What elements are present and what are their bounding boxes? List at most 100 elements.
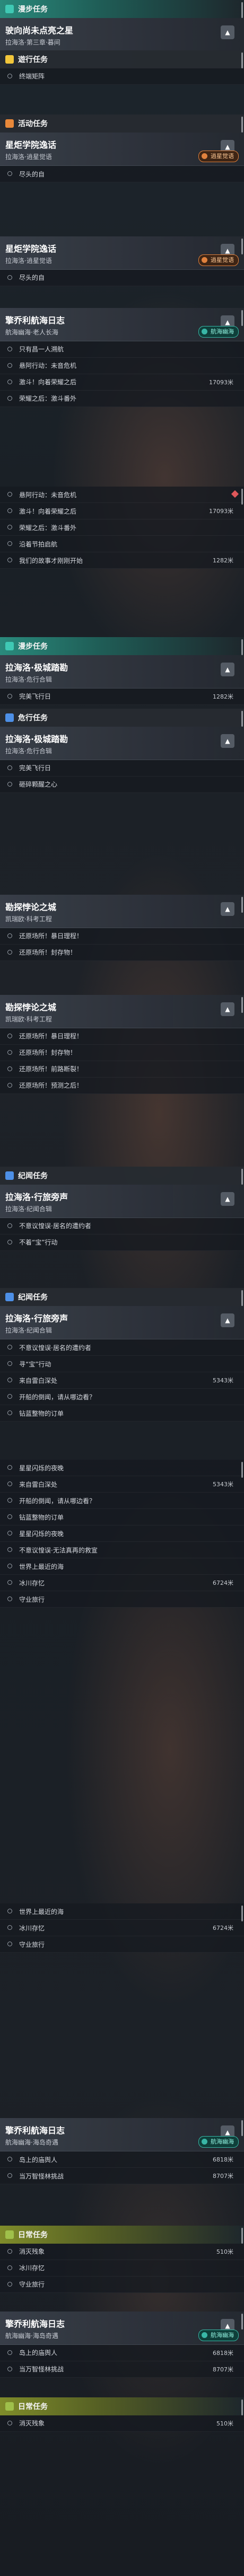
quest-step[interactable]: 激斗！向着荣耀之后 17093米 <box>0 503 244 519</box>
quest-step[interactable]: 世界上最近的海 <box>0 1558 244 1575</box>
quest-step[interactable]: 激斗！向着荣耀之后 17093米 <box>0 374 244 391</box>
quest-step[interactable]: 不意议惶误·居名的遭约者 <box>0 1339 244 1356</box>
scrollbar[interactable] <box>241 2399 243 2415</box>
quest-step[interactable]: 冰川存忆 <box>0 2260 244 2277</box>
quest-step[interactable]: 终端矩阵 <box>0 68 244 85</box>
quest-step[interactable]: 开船的倒闻，请从哪边看？ <box>0 1493 244 1509</box>
quest-step[interactable]: 还原场所！暴日理程！ <box>0 1028 244 1045</box>
scrollbar[interactable] <box>241 52 243 68</box>
step-label: 守业旅行 <box>19 1940 45 1948</box>
quest-header[interactable]: 擎乔利航海日志 航海幽海·海岛奇遇 ▲ 航海幽海 <box>0 2311 244 2345</box>
quest-header[interactable]: 勘探悖论之城 凯瑞欧·科考工程 ▲ <box>0 994 244 1028</box>
quest-step[interactable]: 守业旅行 <box>0 2277 244 2293</box>
category-header[interactable]: 漫步任务 <box>0 637 244 655</box>
category-header[interactable]: 日常任务 <box>0 2397 244 2415</box>
quest-step[interactable]: 当万智怪林挑战 8707米 <box>0 2168 244 2184</box>
quest-step[interactable]: 当万智怪林挑战 8707米 <box>0 2361 244 2378</box>
quest-step[interactable]: 还原场所！封存物！ <box>0 945 244 961</box>
quest-step[interactable]: 不意议惶误·无法真再的救宣 <box>0 1542 244 1558</box>
quest-step[interactable]: 悬阿行动：未音危机 <box>0 487 244 503</box>
quest-step[interactable]: 只有昌一人溯航 <box>0 341 244 358</box>
quest-step[interactable]: 完美飞行日 1282米 <box>0 689 244 705</box>
collapse-chevron-icon[interactable]: ▲ <box>221 662 234 676</box>
quest-step[interactable]: 寻“宝”行动 <box>0 1356 244 1372</box>
quest-step[interactable]: 砸碎颗醒之心 <box>0 777 244 793</box>
quest-header[interactable]: 驶向尚未点亮之星 拉海洛·第三章·暮间 ▲ <box>0 18 244 51</box>
collapse-chevron-icon[interactable]: ▲ <box>221 25 234 39</box>
quest-step[interactable]: 还原场所！前路断裂！ <box>0 1061 244 1078</box>
scrollbar[interactable] <box>241 1168 243 1185</box>
quest-step[interactable]: 不着“宝”行动 <box>0 1234 244 1251</box>
scrollbar[interactable] <box>241 117 243 133</box>
quest-step[interactable]: 荣耀之后：激斗番外 <box>0 391 244 407</box>
quest-header[interactable]: 擎乔利航海日志 航海幽海·老人长海 ▲ 航海幽海 <box>0 307 244 341</box>
quest-header[interactable]: 拉海洛·行旅旁声 拉海洛·纪闻合辑 ▲ <box>0 1184 244 1218</box>
step-label: 冰川存忆 <box>19 2264 45 2272</box>
quest-step[interactable]: 还原场所！暴日理程！ <box>0 928 244 945</box>
quest-step[interactable]: 岛上的庙舆人 6818米 <box>0 2345 244 2361</box>
quest-step[interactable]: 钻蓝整物的订单 <box>0 1405 244 1422</box>
quest-step[interactable]: 尽头的自 <box>0 270 244 286</box>
quest-step[interactable]: 守业旅行 <box>0 1936 244 1953</box>
collapse-chevron-icon[interactable]: ▲ <box>221 1002 234 1016</box>
quest-step[interactable]: 完美飞行日 <box>0 760 244 777</box>
quest-step[interactable]: 冰川存忆 6724米 <box>0 1575 244 1591</box>
step-label: 不着“宝”行动 <box>19 1239 58 1246</box>
quest-step[interactable]: 岛上的庙舆人 6818米 <box>0 2151 244 2168</box>
quest-step[interactable]: 悬阿行动：未音危机 <box>0 358 244 374</box>
quest-step[interactable]: 来自雷白深处 5343米 <box>0 1372 244 1389</box>
scrollbar[interactable] <box>241 896 243 913</box>
scrollbar[interactable] <box>241 489 243 505</box>
collapse-chevron-icon[interactable]: ▲ <box>221 734 234 748</box>
quest-header[interactable]: 拉海洛·极城踏勘 拉海洛·危行合辑 ▲ <box>0 726 244 760</box>
quest-step[interactable]: 沿着节拍启航 <box>0 536 244 552</box>
scrollbar[interactable] <box>241 1462 243 1478</box>
quest-header[interactable]: 星炬学院逸话 拉海洛·逍星觉语 ▲ 逍星觉语 <box>0 236 244 270</box>
step-distance: 6818米 <box>213 2349 233 2357</box>
scrollbar[interactable] <box>241 639 243 655</box>
collapse-chevron-icon[interactable]: ▲ <box>221 1192 234 1206</box>
quest-step[interactable]: 荣耀之后：激斗番外 <box>0 519 244 536</box>
category-header[interactable]: 遊行任务 <box>0 50 244 68</box>
category-header[interactable]: 日常任务 <box>0 2225 244 2244</box>
category-header[interactable]: 漫步任务 <box>0 0 244 18</box>
scrollbar[interactable] <box>241 238 243 254</box>
quest-step[interactable]: 开船的倒闻，请从哪边看？ <box>0 1389 244 1405</box>
scrollbar[interactable] <box>241 1905 243 1921</box>
quest-step[interactable]: 还原场所！预测之后！ <box>0 1078 244 1094</box>
quest-step[interactable]: 来自雷白深处 5343米 <box>0 1476 244 1493</box>
quest-header[interactable]: 勘探悖论之城 凯瑞欧·科考工程 ▲ <box>0 894 244 928</box>
quest-header[interactable]: 星炬学院逸话 拉海洛·逍星觉语 ▲ 逍星觉语 <box>0 133 244 166</box>
category-header[interactable]: 危行任务 <box>0 708 244 727</box>
quest-step[interactable]: 消灭残象 510米 <box>0 2415 244 2432</box>
scrollbar[interactable] <box>241 710 243 727</box>
quest-step[interactable]: 守业旅行 <box>0 1591 244 1608</box>
collapse-chevron-icon[interactable]: ▲ <box>221 902 234 916</box>
category-header[interactable]: 纪闻任务 <box>0 1288 244 1306</box>
scrollbar[interactable] <box>241 996 243 1013</box>
collapse-chevron-icon[interactable]: ▲ <box>221 1313 234 1327</box>
quest-step[interactable]: 我们的故事才刚刚开始 1282米 <box>0 552 244 569</box>
quest-step[interactable]: 钻蓝整物的订单 <box>0 1509 244 1525</box>
quest-title: 拉海洛·极城踏勘 <box>5 662 68 673</box>
scrollbar[interactable] <box>241 310 243 326</box>
quest-step[interactable]: 星星闪烁的夜晚 <box>0 1460 244 1476</box>
quest-panel: 星炬学院逸话 拉海洛·逍星觉语 ▲ 逍星觉语 尽头的自 <box>0 236 244 286</box>
category-header[interactable]: 活动任务 <box>0 114 244 133</box>
quest-step[interactable]: 星星闪烁的夜晚 <box>0 1525 244 1542</box>
quest-header[interactable]: 擎乔利航海日志 航海幽海·海岛奇遇 ▲ 航海幽海 <box>0 2118 244 2151</box>
quest-step[interactable]: 消灭残象 510米 <box>0 2244 244 2260</box>
scrollbar[interactable] <box>241 2120 243 2136</box>
quest-step[interactable]: 世界上最近的海 <box>0 1903 244 1920</box>
quest-header[interactable]: 拉海洛·极城踏勘 拉海洛·危行合辑 ▲ <box>0 655 244 689</box>
quest-step[interactable]: 不意议惶误·居名的遭约者 <box>0 1218 244 1234</box>
scrollbar[interactable] <box>241 2227 243 2244</box>
scrollbar[interactable] <box>241 2 243 18</box>
category-header[interactable]: 纪闻任务 <box>0 1166 244 1185</box>
quest-step[interactable]: 尽头的自 <box>0 166 244 182</box>
quest-step[interactable]: 还原场所！封存物！ <box>0 1045 244 1061</box>
scrollbar[interactable] <box>241 1290 243 1306</box>
quest-header[interactable]: 拉海洛·行旅旁声 拉海洛·纪闻合辑 ▲ <box>0 1306 244 1339</box>
quest-step[interactable]: 冰川存忆 6724米 <box>0 1920 244 1936</box>
scrollbar[interactable] <box>241 2313 243 2330</box>
